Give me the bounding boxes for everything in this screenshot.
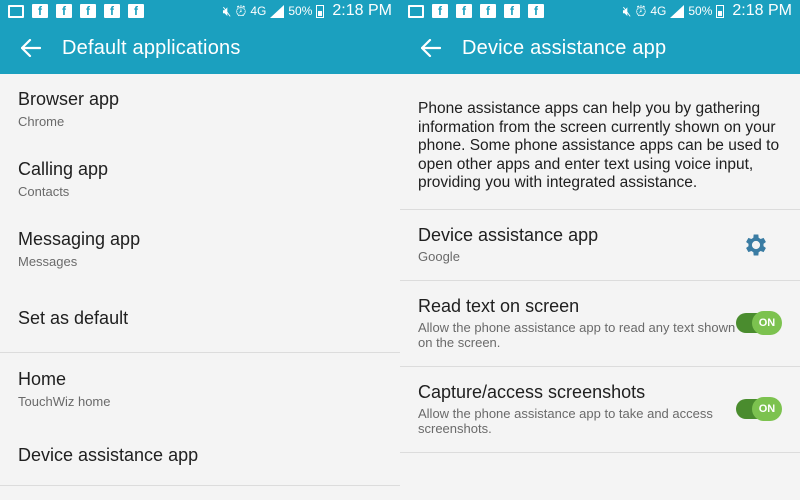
description-text: Phone assistance apps can help you by ga… xyxy=(418,100,780,191)
list-item-messaging-app[interactable]: Messaging app Messages xyxy=(0,214,400,284)
setting-description: Allow the phone assistance app to read a… xyxy=(418,320,736,350)
item-title: Set as default xyxy=(18,307,129,328)
facebook-notification-icon: f xyxy=(456,4,472,18)
back-arrow-icon xyxy=(21,39,41,57)
keyboard-icon xyxy=(408,4,424,18)
toggle-on-label: ON xyxy=(752,397,782,421)
capture-screenshots-toggle[interactable]: ON xyxy=(736,397,782,421)
page-title: Default applications xyxy=(62,36,241,59)
device-assistance-app-screen: f f f f f 🔇︎ ⏰︎ 4G 50% 2:18 PM Device as… xyxy=(400,0,800,500)
battery-percent: 50% xyxy=(288,4,313,18)
network-type: 4G xyxy=(250,4,267,18)
facebook-notification-icon: f xyxy=(480,4,496,18)
signal-icon xyxy=(670,4,685,18)
gear-icon[interactable] xyxy=(742,231,770,259)
setting-title: Read text on screen xyxy=(418,296,580,316)
capture-screenshots-setting[interactable]: Capture/access screenshots Allow the pho… xyxy=(400,367,800,453)
signal-icon xyxy=(270,4,285,18)
list-item-browser-app[interactable]: Browser app Chrome xyxy=(0,74,400,144)
device-assistance-app-setting[interactable]: Device assistance app Google xyxy=(400,210,800,281)
facebook-notification-icon: f xyxy=(32,4,48,18)
page-title: Device assistance app xyxy=(462,36,667,59)
split-screenshot: f f f f f 🔇︎ ⏰︎ 4G 50% 2:18 PM Default a… xyxy=(0,0,800,500)
list-item-device-assistance-app[interactable]: Device assistance app xyxy=(0,425,400,485)
battery-percent: 50% xyxy=(688,4,713,18)
keyboard-icon xyxy=(8,4,24,18)
read-text-on-screen-setting[interactable]: Read text on screen Allow the phone assi… xyxy=(400,281,800,367)
status-bar: f f f f f 🔇︎ ⏰︎ 4G 50% 2:18 PM xyxy=(400,0,800,22)
network-type: 4G xyxy=(650,4,667,18)
list-item-calling-app[interactable]: Calling app Contacts xyxy=(0,144,400,214)
setting-title: Device assistance app xyxy=(418,225,599,245)
list-item-set-as-default[interactable]: Set as default xyxy=(0,284,400,352)
back-arrow-icon xyxy=(421,39,441,57)
mute-icon: 🔇︎ xyxy=(222,3,232,19)
status-time: 2:18 PM xyxy=(732,2,792,19)
alarm-icon: ⏰︎ xyxy=(235,3,247,19)
facebook-notification-icon: f xyxy=(432,4,448,18)
divider xyxy=(0,485,400,486)
status-time: 2:18 PM xyxy=(332,2,392,19)
facebook-notification-icon: f xyxy=(504,4,520,18)
back-button[interactable] xyxy=(11,28,51,68)
facebook-notification-icon: f xyxy=(56,4,72,18)
back-button[interactable] xyxy=(411,28,451,68)
app-bar: Device assistance app xyxy=(400,22,800,74)
default-applications-screen: f f f f f 🔇︎ ⏰︎ 4G 50% 2:18 PM Default a… xyxy=(0,0,400,500)
setting-title: Capture/access screenshots xyxy=(418,382,646,402)
facebook-notification-icon: f xyxy=(80,4,96,18)
item-title: Device assistance app xyxy=(18,444,199,465)
item-title: Browser app xyxy=(18,89,120,109)
item-value: Messages xyxy=(18,254,78,269)
list-item-home[interactable]: Home TouchWiz home xyxy=(0,353,400,425)
battery-icon xyxy=(316,4,325,18)
item-title: Calling app xyxy=(18,159,109,179)
battery-icon xyxy=(716,4,725,18)
item-value: TouchWiz home xyxy=(18,394,111,409)
read-text-toggle[interactable]: ON xyxy=(736,311,782,335)
facebook-notification-icon: f xyxy=(104,4,120,18)
item-title: Messaging app xyxy=(18,229,141,249)
item-title: Home xyxy=(18,369,67,389)
alarm-icon: ⏰︎ xyxy=(635,3,647,19)
facebook-notification-icon: f xyxy=(128,4,144,18)
facebook-notification-icon: f xyxy=(528,4,544,18)
app-bar: Default applications xyxy=(0,22,400,74)
setting-value: Google xyxy=(418,249,460,264)
status-bar: f f f f f 🔇︎ ⏰︎ 4G 50% 2:18 PM xyxy=(0,0,400,22)
setting-description: Allow the phone assistance app to take a… xyxy=(418,406,713,436)
mute-icon: 🔇︎ xyxy=(622,3,632,19)
item-value: Contacts xyxy=(18,184,70,199)
item-value: Chrome xyxy=(18,114,65,129)
toggle-on-label: ON xyxy=(752,311,782,335)
